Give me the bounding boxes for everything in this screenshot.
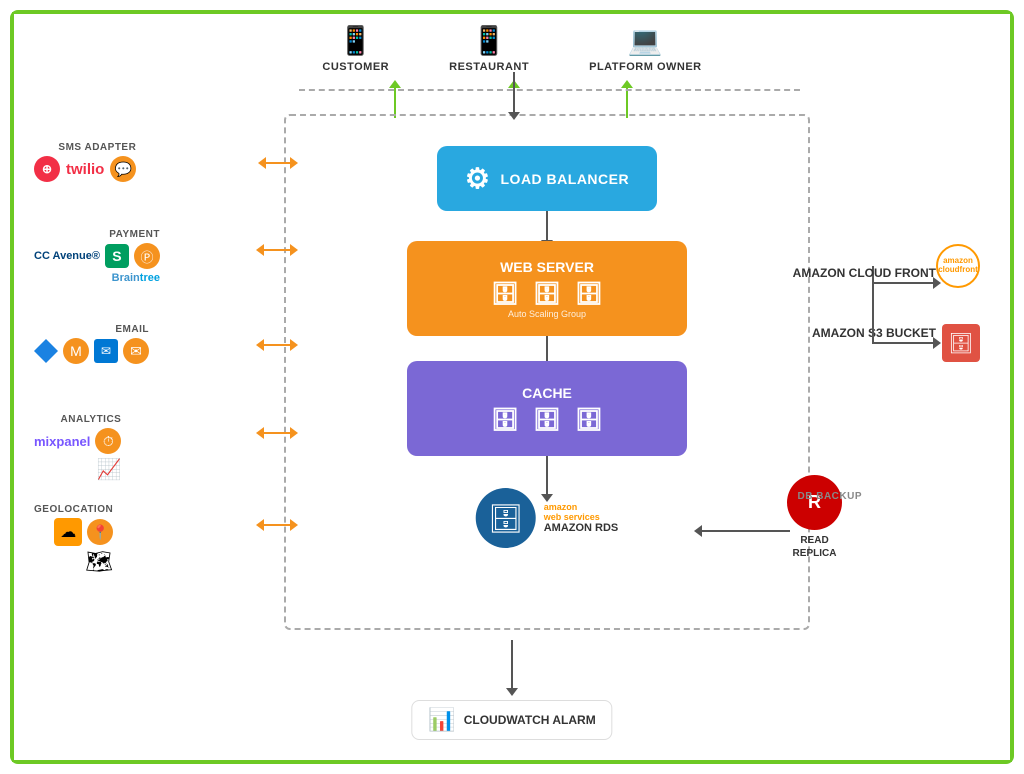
cloudfront-arrow-h	[873, 282, 935, 284]
cloudfront-logo-block: amazoncloudfront	[936, 244, 980, 288]
architecture-diagram: 📱 CUSTOMER 📱 RESTAURANT 💻 PLATFORM OWNER	[14, 14, 1010, 760]
ccavenue-logo: CC Avenue®	[34, 250, 100, 262]
top-users-row: 📱 CUSTOMER 📱 RESTAURANT 💻 PLATFORM OWNER	[322, 24, 701, 73]
geolocation-label: GEOLOCATION	[34, 504, 113, 515]
payment-logos: CC Avenue® S Ⓟ	[34, 243, 160, 269]
braintree-row: Braintree	[112, 272, 160, 284]
cache-label: CACHE	[522, 385, 572, 401]
analytics-logos: mixpanel ⏱	[34, 428, 121, 454]
rds-to-cloudwatch-arrow	[511, 640, 513, 690]
top-dashed-line	[299, 89, 800, 91]
user-customer: 📱 CUSTOMER	[322, 24, 389, 73]
platform-owner-icon: 💻	[628, 24, 663, 57]
email-orange-btn: ✉	[123, 338, 149, 364]
web-server-box: WEB SERVER 🗄 🗄 🗄 Auto Scaling Group	[407, 241, 687, 336]
cloudwatch-icon: 📊	[428, 707, 455, 733]
restaurant-label: RESTAURANT	[449, 61, 529, 73]
stripe-logo: S	[105, 244, 129, 268]
customer-icon: 📱	[338, 24, 373, 57]
rds-db-icon: 🗄	[488, 502, 524, 535]
googlemaps-logo: 🗺	[85, 549, 113, 575]
web-server-icons: 🗄 🗄 🗄	[491, 281, 603, 307]
cloudfront-section: amazoncloudfront	[936, 244, 980, 288]
email-section: EMAIL M ✉ ✉	[34, 324, 149, 364]
s3-icon: 🗄	[942, 324, 980, 362]
payment-label: PAYMENT	[109, 229, 160, 240]
amazon-rds-box: 🗄 amazonweb services AMAZON RDS	[476, 488, 619, 548]
sendgrid-logo	[34, 339, 58, 363]
sms-logos: ⊕ twilio 💬	[34, 156, 136, 182]
s3-section: 🗄	[942, 324, 980, 362]
cache-db-icon-2: 🗄	[533, 407, 561, 433]
analytics-arrow	[262, 432, 292, 434]
payment-section: PAYMENT CC Avenue® S Ⓟ Braintree	[34, 229, 160, 284]
replica-to-rds-arrow	[700, 530, 790, 532]
analytics-chart-logo: 📈	[96, 457, 121, 482]
cloudfront-logo-text: amazoncloudfront	[938, 257, 978, 275]
cache-box: CACHE 🗄 🗄 🗄	[407, 361, 687, 456]
server-icon-3: 🗄	[575, 281, 603, 307]
braintree-logo: Braintree	[112, 272, 160, 284]
outlook-logo: ✉	[94, 339, 118, 363]
s3-arrow-h	[873, 342, 935, 344]
user-platform-owner: 💻 PLATFORM OWNER	[589, 24, 702, 73]
db-backup-label: DB BACKUP	[798, 491, 863, 502]
mailchimp-logo: M	[63, 338, 89, 364]
mixpanel-logo: mixpanel	[34, 434, 90, 449]
cloudwatch-label: CLOUDWATCH ALARM	[464, 713, 596, 727]
load-balancer-label: LOAD BALANCER	[501, 171, 630, 187]
geolocation-arrow	[262, 524, 292, 526]
redis-icon: R	[787, 475, 842, 530]
load-balancer-icon: ⚙	[465, 162, 491, 195]
aws-geo-logo: ☁	[54, 518, 82, 546]
cloudfront-logo-circle: amazoncloudfront	[936, 244, 980, 288]
cloudwatch-box: 📊 CLOUDWATCH ALARM	[411, 700, 612, 740]
server-icon-1: 🗄	[491, 281, 519, 307]
read-replica-label: READREPLICA	[793, 534, 837, 560]
twilio-icon: ⊕	[34, 156, 60, 182]
sms-orange-btn: 💬	[110, 156, 136, 182]
web-server-label: WEB SERVER	[500, 259, 594, 275]
aws-container: ⚙ LOAD BALANCER WEB SERVER 🗄 🗄 🗄 Auto Sc…	[284, 114, 810, 630]
analytics-orange-btn: ⏱	[95, 428, 121, 454]
cache-icons: 🗄 🗄 🗄	[491, 407, 603, 433]
arrow-top-to-lb	[513, 72, 515, 114]
aws-text: amazonweb services	[544, 502, 619, 522]
email-logos: M ✉ ✉	[34, 338, 149, 364]
restaurant-icon: 📱	[472, 24, 507, 57]
twilio-logo-text: twilio	[66, 161, 104, 178]
right-vertical-line	[872, 282, 874, 344]
geolocation-logos: ☁ 📍	[54, 518, 113, 546]
server-icon-2: 🗄	[533, 281, 561, 307]
cache-db-icon-3: 🗄	[575, 407, 603, 433]
geolocation-section: GEOLOCATION ☁ 📍 🗺	[34, 504, 113, 575]
sms-label: SMS ADAPTER	[58, 142, 136, 153]
customer-label: CUSTOMER	[322, 61, 389, 73]
rds-text: amazonweb services AMAZON RDS	[544, 502, 619, 534]
cloudfront-label: AMAZON CLOUD FRONT	[793, 266, 936, 280]
payment-arrow	[262, 249, 292, 251]
sms-arrow	[264, 162, 292, 164]
auto-scaling-label: Auto Scaling Group	[508, 309, 586, 319]
read-replica-section: R READREPLICA	[787, 475, 842, 560]
email-arrow	[262, 344, 292, 346]
cache-db-icon-1: 🗄	[491, 407, 519, 433]
arrow-ws-to-cache	[546, 335, 548, 363]
payment-orange-btn: Ⓟ	[134, 243, 160, 269]
rds-cylinder-icon: 🗄	[476, 488, 536, 548]
rds-label: AMAZON RDS	[544, 522, 619, 534]
chartmogul-logo: 📈	[96, 457, 121, 482]
analytics-label: ANALYTICS	[61, 414, 122, 425]
load-balancer-box: ⚙ LOAD BALANCER	[437, 146, 657, 211]
analytics-section: ANALYTICS mixpanel ⏱ 📈	[34, 414, 121, 482]
geolocation-orange-btn: 📍	[87, 519, 113, 545]
sms-adapter-section: SMS ADAPTER ⊕ twilio 💬	[34, 142, 136, 182]
email-label: EMAIL	[115, 324, 149, 335]
user-restaurant: 📱 RESTAURANT	[449, 24, 529, 73]
arrow-lb-to-ws	[546, 210, 548, 242]
platform-owner-label: PLATFORM OWNER	[589, 61, 702, 73]
